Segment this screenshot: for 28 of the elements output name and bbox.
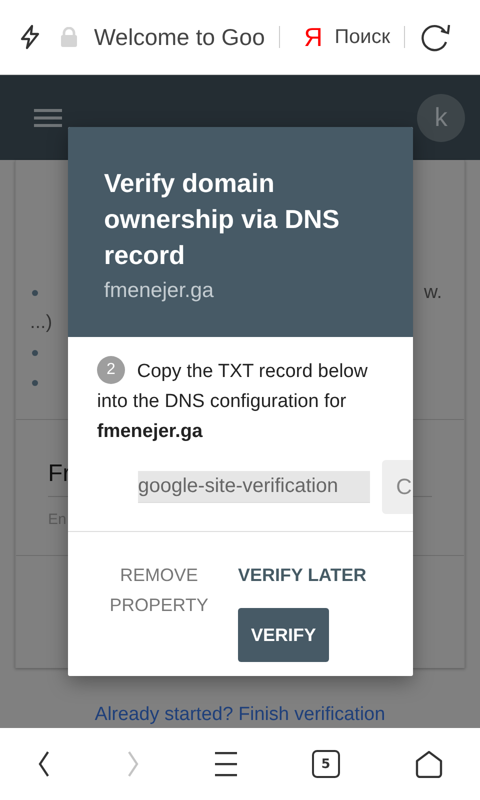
lock-icon: [60, 27, 78, 47]
page-title[interactable]: Welcome to Goo: [94, 24, 265, 50]
forward-icon: [126, 750, 140, 778]
remove-property-button[interactable]: REMOVE PROPERTY: [106, 560, 212, 620]
field-label: Fr: [48, 460, 71, 488]
bullet-icon: [32, 380, 38, 386]
home-icon: [414, 750, 443, 778]
step-text: 2 Copy the TXT record below into the DNS configuration for fmenejer.ga: [97, 357, 373, 447]
list-text: w.: [424, 282, 442, 304]
back-icon: [37, 750, 52, 778]
txt-record-field[interactable]: google-site-verification: [138, 471, 370, 503]
bullet-icon: [32, 350, 38, 356]
list-text: ...): [30, 312, 52, 334]
step-number: 2: [97, 356, 125, 384]
copy-button[interactable]: C: [382, 460, 413, 514]
lightning-icon[interactable]: [18, 24, 42, 50]
verify-button[interactable]: VERIFY: [238, 608, 330, 662]
search-label[interactable]: Поиск: [334, 26, 390, 48]
avatar[interactable]: k: [417, 94, 465, 142]
bullet-icon: [32, 290, 38, 296]
menu-icon[interactable]: [34, 108, 62, 128]
dialog-subtitle: fmenejer.ga: [104, 279, 215, 303]
reload-icon[interactable]: [419, 22, 452, 52]
finish-verification-link[interactable]: Already started? Finish verification: [94, 704, 386, 726]
verify-later-button[interactable]: VERIFY LATER: [238, 560, 366, 590]
dialog-title: Verify domain ownership via DNS record: [104, 167, 340, 272]
search-logo[interactable]: Я: [304, 22, 323, 52]
menu-icon: [214, 751, 237, 777]
